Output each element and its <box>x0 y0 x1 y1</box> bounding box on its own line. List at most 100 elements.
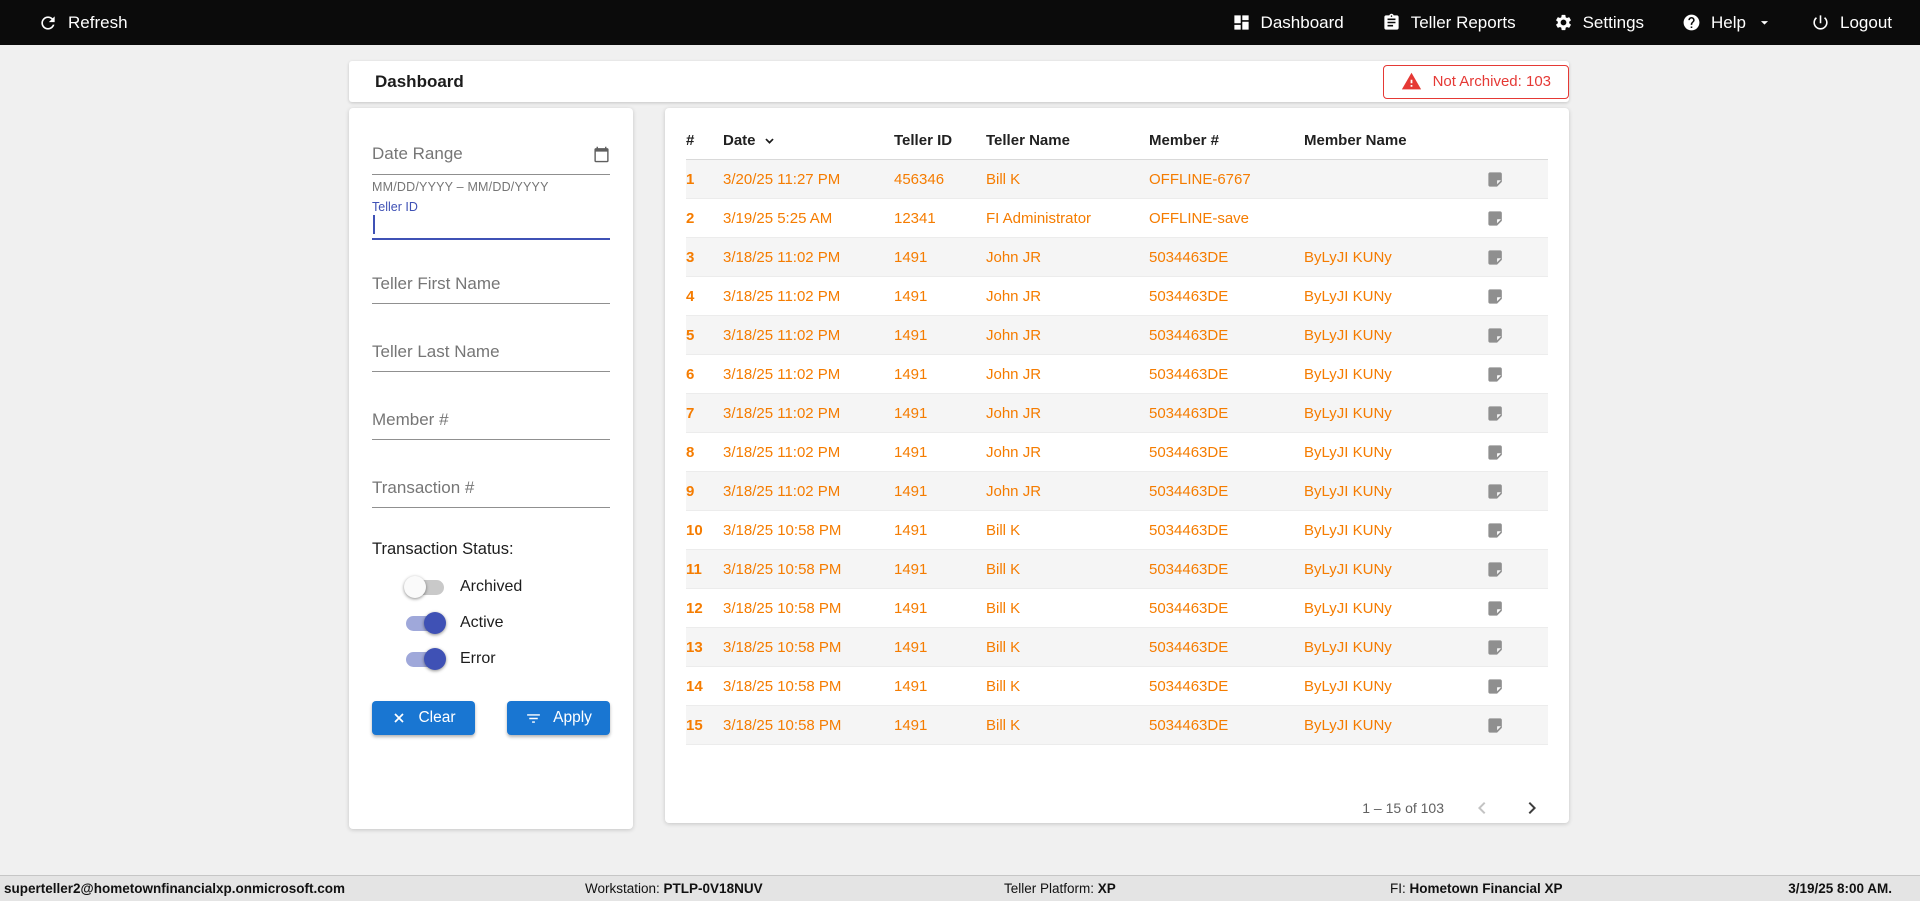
date-cell: 3/18/25 11:02 PM <box>723 393 894 433</box>
teller-id-input[interactable] <box>372 214 610 238</box>
table-row[interactable]: 10 3/18/25 10:58 PM 1491 Bill K 5034463DE ByL… <box>686 510 1548 550</box>
member-name-cell: ByLyJI KUNy <box>1304 237 1480 277</box>
note-icon[interactable] <box>1486 209 1505 228</box>
teller-last-name-field <box>372 342 610 372</box>
apply-button[interactable]: Apply <box>507 701 610 735</box>
member-number-cell: 5034463DE <box>1149 276 1304 316</box>
table-row[interactable]: 1 3/20/25 11:27 PM 456346 Bill K OFFLINE-676… <box>686 159 1548 199</box>
nav-dashboard[interactable]: Dashboard <box>1232 13 1344 33</box>
note-icon[interactable] <box>1486 482 1505 501</box>
calendar-button[interactable] <box>593 146 610 163</box>
date-range-input[interactable] <box>372 144 593 164</box>
col-member-number[interactable]: Member # <box>1149 118 1304 160</box>
teller-id-cell: 1491 <box>894 432 986 472</box>
date-cell: 3/18/25 11:02 PM <box>723 315 894 355</box>
table-row[interactable]: 13 3/18/25 10:58 PM 1491 Bill K 5034463DE ByL… <box>686 627 1548 667</box>
clear-button[interactable]: Clear <box>372 701 475 735</box>
table-row[interactable]: 15 3/18/25 10:58 PM 1491 Bill K 5034463DE ByL… <box>686 705 1548 745</box>
note-icon[interactable] <box>1486 677 1505 696</box>
teller-name-cell: John JR <box>986 432 1149 472</box>
refresh-button[interactable]: Refresh <box>38 13 128 33</box>
col-member-name[interactable]: Member Name <box>1304 118 1480 160</box>
table-row[interactable]: 8 3/18/25 11:02 PM 1491 John JR 5034463DE ByL… <box>686 432 1548 472</box>
teller-first-name-input[interactable] <box>372 274 610 294</box>
nav-settings-label: Settings <box>1582 12 1645 32</box>
table-row[interactable]: 5 3/18/25 11:02 PM 1491 John JR 5034463DE ByL… <box>686 315 1548 355</box>
note-cell <box>1480 354 1548 394</box>
archived-toggle[interactable] <box>404 575 446 599</box>
member-number-field <box>372 410 610 440</box>
power-icon <box>1813 15 1828 30</box>
teller-id-cell: 1491 <box>894 393 986 433</box>
nav-help[interactable]: Help <box>1682 13 1773 33</box>
nav-settings[interactable]: Settings <box>1554 13 1644 33</box>
teller-name-cell: Bill K <box>986 588 1149 628</box>
table-row[interactable]: 3 3/18/25 11:02 PM 1491 John JR 5034463DE ByL… <box>686 237 1548 277</box>
member-name-cell <box>1304 198 1480 238</box>
note-cell <box>1480 588 1548 628</box>
note-icon[interactable] <box>1486 716 1505 735</box>
member-name-cell: ByLyJI KUNy <box>1304 510 1480 550</box>
page-title: Dashboard <box>375 71 464 91</box>
teller-id-cell: 1491 <box>894 276 986 316</box>
note-icon[interactable] <box>1486 404 1505 423</box>
note-cell <box>1480 276 1548 316</box>
date-cell: 3/18/25 11:02 PM <box>723 354 894 394</box>
transaction-status-label: Transaction Status: <box>372 540 514 558</box>
col-number[interactable]: # <box>686 118 723 160</box>
table-row[interactable]: 12 3/18/25 10:58 PM 1491 Bill K 5034463DE ByL… <box>686 588 1548 628</box>
note-icon[interactable] <box>1486 638 1505 657</box>
help-icon <box>1683 14 1700 31</box>
error-toggle[interactable] <box>404 647 446 671</box>
note-icon[interactable] <box>1486 287 1505 306</box>
next-page-button[interactable] <box>1520 796 1544 820</box>
nav-logout[interactable]: Logout <box>1811 13 1892 33</box>
note-icon[interactable] <box>1486 326 1505 345</box>
note-icon[interactable] <box>1486 599 1505 618</box>
note-icon[interactable] <box>1486 443 1505 462</box>
date-cell: 3/19/25 5:25 AM <box>723 198 894 238</box>
transaction-number-input[interactable] <box>372 478 610 498</box>
table-row[interactable]: 14 3/18/25 10:58 PM 1491 Bill K 5034463DE ByL… <box>686 666 1548 706</box>
date-cell: 3/18/25 10:58 PM <box>723 549 894 589</box>
active-toggle[interactable] <box>404 611 446 635</box>
prev-page-button[interactable] <box>1470 796 1494 820</box>
member-number-input[interactable] <box>372 410 610 430</box>
gear-icon <box>1555 14 1571 31</box>
col-teller-name[interactable]: Teller Name <box>986 118 1149 160</box>
nav-logout-label: Logout <box>1840 12 1892 32</box>
note-icon[interactable] <box>1486 248 1505 267</box>
not-archived-badge[interactable]: Not Archived: 103 <box>1382 64 1569 99</box>
table-row[interactable]: 11 3/18/25 10:58 PM 1491 Bill K 5034463DE ByL… <box>686 549 1548 589</box>
table-row[interactable]: 6 3/18/25 11:02 PM 1491 John JR 5034463DE ByL… <box>686 354 1548 394</box>
note-icon[interactable] <box>1486 365 1505 384</box>
note-icon[interactable] <box>1486 521 1505 540</box>
refresh-label: Refresh <box>68 12 128 32</box>
nav-help-label: Help <box>1711 12 1746 32</box>
row-number: 6 <box>686 354 723 394</box>
member-name-cell: ByLyJI KUNy <box>1304 705 1480 745</box>
transactions-table: # Date Teller ID Teller Name Member # Me… <box>686 118 1548 745</box>
table-row[interactable]: 4 3/18/25 11:02 PM 1491 John JR 5034463DE ByL… <box>686 276 1548 316</box>
chevron-down-icon <box>1760 21 1769 25</box>
teller-id-cell: 1491 <box>894 588 986 628</box>
member-name-cell: ByLyJI KUNy <box>1304 276 1480 316</box>
teller-last-name-input[interactable] <box>372 342 610 362</box>
teller-platform-info: Teller Platform: XP <box>1004 881 1116 896</box>
teller-first-name-field <box>372 274 610 304</box>
col-teller-id[interactable]: Teller ID <box>894 118 986 160</box>
teller-id-cell: 1491 <box>894 315 986 355</box>
note-icon[interactable] <box>1486 170 1505 189</box>
table-row[interactable]: 9 3/18/25 11:02 PM 1491 John JR 5034463DE ByL… <box>686 471 1548 511</box>
member-number-cell: 5034463DE <box>1149 588 1304 628</box>
warning-triangle-icon <box>1401 72 1421 90</box>
teller-id-cell: 456346 <box>894 159 986 199</box>
table-row[interactable]: 2 3/19/25 5:25 AM 12341 FI Administrator OFF… <box>686 198 1548 238</box>
col-date[interactable]: Date <box>723 118 894 160</box>
member-name-cell: ByLyJI KUNy <box>1304 393 1480 433</box>
note-icon[interactable] <box>1486 560 1505 579</box>
nav-teller-reports[interactable]: Teller Reports <box>1382 13 1516 33</box>
filter-icon <box>527 713 540 723</box>
member-number-cell: OFFLINE-6767 <box>1149 159 1304 199</box>
table-row[interactable]: 7 3/18/25 11:02 PM 1491 John JR 5034463DE ByL… <box>686 393 1548 433</box>
